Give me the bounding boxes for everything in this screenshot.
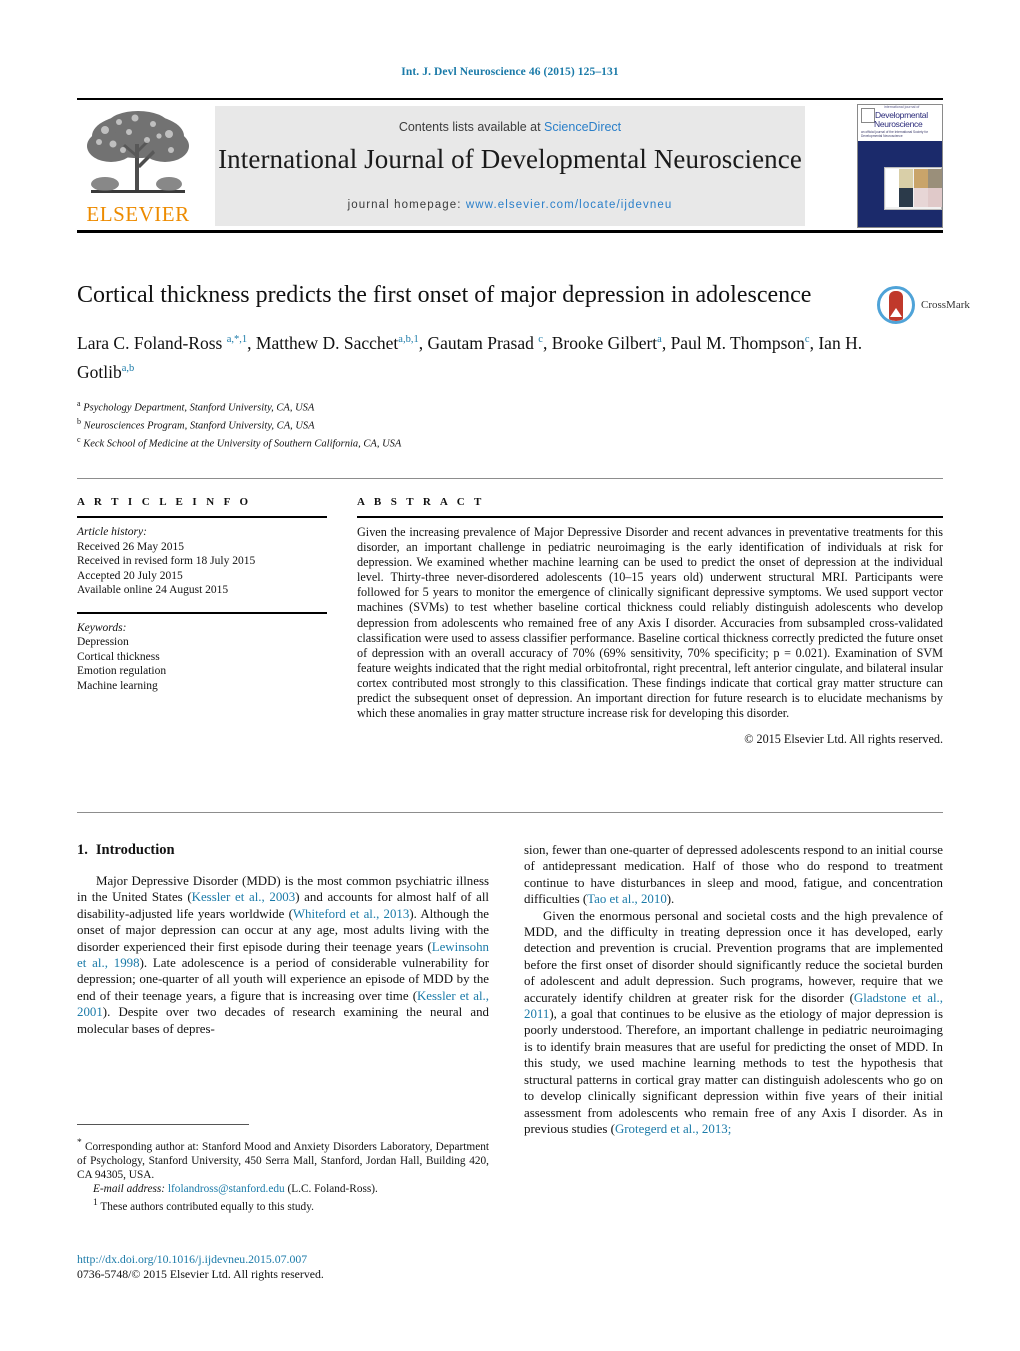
crossmark-badge[interactable]: CrossMark — [877, 286, 970, 326]
crossmark-icon — [877, 286, 915, 324]
abstract-text: Given the increasing prevalence of Major… — [357, 525, 943, 721]
cover-image-grid — [884, 167, 942, 210]
cover-subtitle: an official journal of the International… — [861, 130, 929, 138]
affiliation-list: a Psychology Department, Stanford Univer… — [77, 397, 867, 451]
footnote-block: * Corresponding author at: Stanford Mood… — [77, 1136, 489, 1214]
article-history-list: Received 26 May 2015 Received in revised … — [77, 540, 327, 598]
abstract-heading: A B S T R A C T — [357, 496, 485, 508]
page-title: Cortical thickness predicts the first on… — [77, 282, 812, 308]
article-history-label: Article history: — [77, 526, 147, 538]
homepage-prefix: journal homepage: — [347, 199, 466, 211]
elsevier-tree-icon — [87, 111, 189, 193]
elsevier-logo: ELSEVIER — [79, 106, 197, 226]
cover-title-line2: Neuroscience — [874, 119, 923, 129]
affiliation-item: b Neurosciences Program, Stanford Univer… — [77, 416, 315, 432]
affiliation-item: a Psychology Department, Stanford Univer… — [77, 398, 315, 414]
masthead-banner: Contents lists available at ScienceDirec… — [215, 106, 805, 226]
article-history-item: Available online 24 August 2015 — [77, 584, 229, 596]
footnote-corresponding-author: * Corresponding author at: Stanford Mood… — [77, 1136, 489, 1182]
keywords-block: Keywords: Depression Cortical thickness Em… — [77, 611, 327, 694]
title-block: Cortical thickness predicts the first on… — [77, 280, 867, 451]
section-title: Introduction — [95, 842, 175, 858]
footnote-star-mark: * — [77, 1138, 82, 1148]
sciencedirect-link[interactable]: ScienceDirect — [544, 120, 621, 134]
article-history-item: Accepted 20 July 2015 — [77, 569, 183, 582]
article-history-item: Received 26 May 2015 — [77, 540, 184, 553]
author-list: Lara C. Foland-Ross a,*,1, Matthew D. Sa… — [77, 332, 863, 382]
abstract-copyright: © 2015 Elsevier Ltd. All rights reserved… — [744, 732, 943, 747]
section-heading-introduction: 1. Introduction — [77, 842, 489, 859]
affiliation-mark: c — [77, 434, 81, 444]
affiliation-item: c Keck School of Medicine at the Univers… — [77, 434, 402, 450]
footnote-equal-text: These authors contributed equally to thi… — [100, 1200, 314, 1213]
journal-homepage-line: journal homepage: www.elsevier.com/locat… — [215, 199, 805, 211]
keywords-list: Depression Cortical thickness Emotion regu… — [77, 635, 327, 693]
citation-link[interactable]: Whiteford et al., 2013 — [293, 907, 409, 921]
body-section-top-rule — [77, 812, 943, 813]
issn-copyright-line: 0736-5748/© 2015 Elsevier Ltd. All right… — [77, 1267, 324, 1281]
crossmark-label: CrossMark — [921, 299, 970, 311]
footnote-number-mark: 1 — [93, 1197, 98, 1208]
keyword-item: Cortical thickness — [77, 650, 160, 663]
keyword-item: Emotion regulation — [77, 665, 167, 677]
email-owner: (L.C. Foland-Ross). — [287, 1182, 378, 1195]
intro-paragraph-continued: sion, fewer than one-quarter of depresse… — [524, 843, 943, 907]
journal-homepage-link[interactable]: www.elsevier.com/locate/ijdevneu — [466, 199, 673, 211]
doi-link[interactable]: http://dx.doi.org/10.1016/j.ijdevneu.201… — [77, 1252, 497, 1267]
article-info-column: A R T I C L E I N F O Article history: R… — [77, 496, 327, 693]
doi-block: http://dx.doi.org/10.1016/j.ijdevneu.201… — [77, 1252, 497, 1282]
email-link[interactable]: lfolandross@stanford.edu — [168, 1183, 285, 1195]
footnote-email-line: E-mail address: lfolandross@stanford.edu… — [77, 1182, 489, 1196]
body-left-column: 1. Introduction Major Depressive Disorder… — [77, 842, 489, 1037]
article-history-item: Received in revised form 18 July 2015 — [77, 555, 256, 567]
affiliation-mark: a — [77, 398, 81, 408]
citation-link[interactable]: Kessler et al., 2003 — [192, 890, 296, 904]
cover-overline: international journal of — [884, 105, 920, 109]
body-right-column: sion, fewer than one-quarter of depresse… — [524, 842, 943, 1137]
citation-link[interactable]: Kessler et al., 2001 — [77, 989, 489, 1019]
article-page: Int. J. Devl Neuroscience 46 (2015) 125–… — [0, 0, 1020, 1351]
keywords-rule — [77, 611, 327, 614]
keyword-item: Machine learning — [77, 679, 158, 692]
journal-title: International Journal of Developmental N… — [218, 144, 802, 174]
info-section-top-rule — [77, 478, 943, 479]
contents-list-line: Contents lists available at ScienceDirec… — [215, 120, 805, 134]
keywords-label: Keywords: — [77, 621, 127, 634]
footnote-equal-contribution: 1 These authors contributed equally to t… — [77, 1196, 489, 1214]
abstract-column: A B S T R A C T Given the increasing pre… — [357, 496, 943, 747]
elsevier-wordmark: ELSEVIER — [86, 202, 190, 226]
citation-link[interactable]: Tao et al., 2010 — [587, 892, 667, 906]
footnote-divider — [77, 1124, 249, 1125]
running-head-citation: Int. J. Devl Neuroscience 46 (2015) 125–… — [401, 66, 619, 78]
intro-paragraph-1: Major Depressive Disorder (MDD) is the m… — [77, 874, 489, 1036]
citation-link[interactable]: Grotegerd et al., 2013; — [615, 1122, 731, 1136]
affiliation-mark: b — [77, 416, 81, 426]
keyword-item: Depression — [77, 636, 129, 648]
article-info-heading: A R T I C L E I N F O — [77, 496, 252, 508]
cover-elsevier-mark-icon — [861, 108, 875, 123]
masthead-bottom-rule — [77, 230, 943, 233]
abstract-rule — [357, 516, 943, 518]
journal-masthead: ELSEVIER Contents lists available at Sci… — [77, 98, 943, 233]
citation-link[interactable]: Gladstone et al., 2011 — [524, 991, 943, 1021]
journal-cover-thumbnail: international journal of Developmental N… — [857, 104, 943, 228]
footnote-corresponding-text: Corresponding author at: Stanford Mood a… — [77, 1140, 489, 1181]
citation-link[interactable]: Lewinsohn et al., 1998 — [77, 940, 489, 970]
email-label: E-mail address: — [93, 1182, 166, 1195]
section-number: 1. — [77, 842, 88, 858]
contents-prefix: Contents lists available at — [398, 120, 545, 134]
article-info-rule — [77, 516, 327, 518]
masthead-top-rule — [77, 98, 943, 100]
intro-paragraph-2: Given the enormous personal and societal… — [524, 908, 943, 1136]
